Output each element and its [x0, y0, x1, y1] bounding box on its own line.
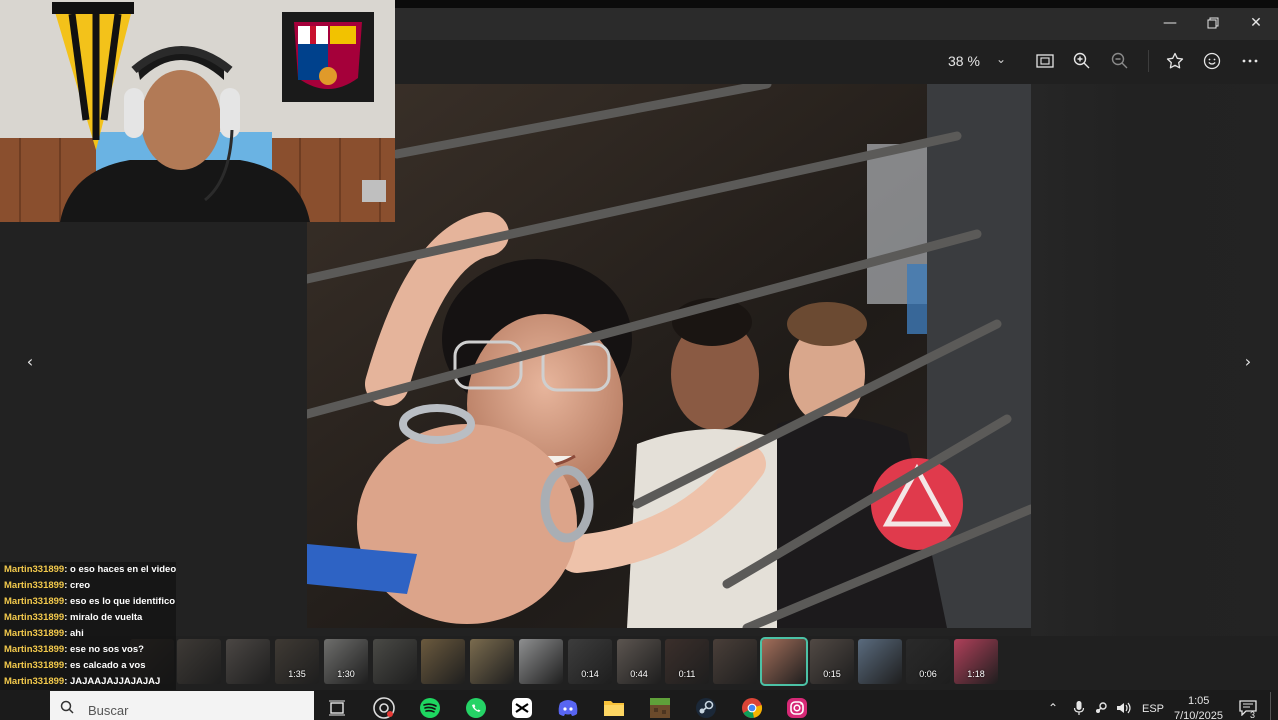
filmstrip-thumbnail[interactable]: [713, 639, 757, 684]
chat-message: Martin331899: miralo de vuelta: [0, 610, 176, 626]
chat-text: : miralo de vuelta: [64, 612, 143, 623]
capcut-icon[interactable]: [511, 697, 533, 719]
chat-text: : JAJAAJAJJAJAJAJ: [64, 676, 161, 687]
filmstrip-thumbnail[interactable]: 0:15: [810, 639, 854, 684]
close-icon[interactable]: ✕: [1238, 10, 1274, 36]
filmstrip-thumbnail[interactable]: 1:30: [324, 639, 368, 684]
chat-username: Martin331899: [4, 580, 65, 591]
volume-icon[interactable]: [1113, 697, 1135, 719]
clock-date[interactable]: 7/10/2025: [1174, 710, 1223, 720]
filmstrip-thumbnail[interactable]: 0:44: [617, 639, 661, 684]
chat-message: Martin331899: ahi: [0, 626, 176, 642]
chat-username: Martin331899: [4, 628, 65, 639]
filmstrip-thumbnail[interactable]: [858, 639, 902, 684]
steam-icon[interactable]: [695, 697, 717, 719]
show-desktop-button[interactable]: [1270, 692, 1271, 720]
notification-icon[interactable]: [1237, 697, 1259, 719]
obs-icon[interactable]: [373, 697, 395, 719]
toolbar-divider: [1148, 50, 1149, 72]
filmstrip-thumbnail[interactable]: [421, 639, 465, 684]
filmstrip-thumbnail[interactable]: [519, 639, 563, 684]
instagram-icon[interactable]: [786, 697, 808, 719]
filmstrip-thumbnail[interactable]: [226, 639, 270, 684]
minimize-icon[interactable]: —: [1152, 10, 1188, 36]
photo-image[interactable]: [307, 84, 1031, 628]
chat-message: Martin331899: es calcado a vos: [0, 658, 176, 674]
chat-text: : es calcado a vos: [64, 660, 146, 671]
chat-username: Martin331899: [4, 644, 65, 655]
spotify-icon[interactable]: [419, 697, 441, 719]
previous-arrow-icon[interactable]: ‹: [19, 350, 41, 372]
chat-username: Martin331899: [4, 564, 65, 575]
filmstrip-thumbnail[interactable]: [470, 639, 514, 684]
filmstrip-thumbnail[interactable]: [373, 639, 417, 684]
chrome-icon[interactable]: [741, 697, 763, 719]
thumbnail-duration: 1:18: [967, 669, 985, 679]
favorite-star-icon[interactable]: [1162, 50, 1188, 72]
chat-text: : eso es lo que identifico: [64, 596, 176, 607]
filmstrip-thumbnail[interactable]: [760, 637, 808, 686]
file-explorer-icon[interactable]: [603, 697, 625, 719]
more-icon[interactable]: [1237, 50, 1263, 72]
filmstrip-thumbnail[interactable]: 1:35: [275, 639, 319, 684]
chat-message: Martin331899: eso es lo que identifico: [0, 594, 176, 610]
chevron-down-icon[interactable]: ⌄: [996, 52, 1006, 66]
chat-text: : ese no sos vos?: [64, 644, 144, 655]
minecraft-icon[interactable]: [649, 697, 671, 719]
chat-text: : ahi: [64, 628, 84, 639]
chat-username: Martin331899: [4, 676, 65, 687]
fit-screen-icon[interactable]: [1032, 50, 1058, 72]
thumbnail-duration: 0:15: [823, 669, 841, 679]
chat-message: Martin331899: ese no sos vos?: [0, 642, 176, 658]
desktop-screen: — ✕ 38 % ⌄ ‹ › 1:35 1:30 0:14 0:44 0:11 …: [0, 0, 1278, 720]
thumbnail-duration: 1:30: [337, 669, 355, 679]
search-placeholder[interactable]: Buscar: [88, 703, 128, 718]
thumbnail-duration: 0:44: [630, 669, 648, 679]
input-language[interactable]: ESP: [1142, 703, 1164, 715]
zoom-level[interactable]: 38 %: [948, 53, 980, 69]
thumbnail-duration: 0:14: [581, 669, 599, 679]
filmstrip-thumbnail[interactable]: 1:18: [954, 639, 998, 684]
chat-text: : creo: [64, 580, 91, 591]
whatsapp-icon[interactable]: [465, 697, 487, 719]
filmstrip-thumbnail[interactable]: [177, 639, 221, 684]
chat-username: Martin331899: [4, 612, 65, 623]
zoom-out-icon[interactable]: [1107, 50, 1133, 72]
zoom-in-icon[interactable]: [1069, 50, 1095, 72]
restore-icon[interactable]: [1195, 10, 1231, 36]
emoji-icon[interactable]: [1199, 50, 1225, 72]
clock-time[interactable]: 1:05: [1188, 695, 1209, 707]
steam-tray-icon[interactable]: [1090, 697, 1112, 719]
filmstrip-thumbnail[interactable]: 0:11: [665, 639, 709, 684]
chat-username: Martin331899: [4, 660, 65, 671]
chat-message: Martin331899: JAJAAJAJJAJAJAJ: [0, 674, 176, 690]
thumbnail-duration: 0:06: [919, 669, 937, 679]
webcam-overlay: [0, 0, 395, 222]
microphone-icon[interactable]: [1068, 697, 1090, 719]
chat-message: Martin331899: creo: [0, 578, 176, 594]
tray-chevron-icon[interactable]: ⌃: [1048, 701, 1058, 715]
filmstrip-thumbnail[interactable]: 0:06: [906, 639, 950, 684]
discord-icon[interactable]: [557, 697, 579, 719]
next-arrow-icon[interactable]: ›: [1237, 350, 1259, 372]
chat-text: : o eso haces en el video: [64, 564, 176, 575]
thumbnail-duration: 1:35: [288, 669, 306, 679]
filmstrip-thumbnail[interactable]: 0:14: [568, 639, 612, 684]
task-view-icon[interactable]: [326, 697, 348, 719]
notification-count-badge: 3: [1250, 710, 1256, 720]
chat-username: Martin331899: [4, 596, 65, 607]
chat-message: Martin331899: o eso haces en el video: [0, 562, 176, 578]
search-icon[interactable]: [56, 696, 78, 718]
thumbnail-duration: 0:11: [678, 669, 696, 679]
